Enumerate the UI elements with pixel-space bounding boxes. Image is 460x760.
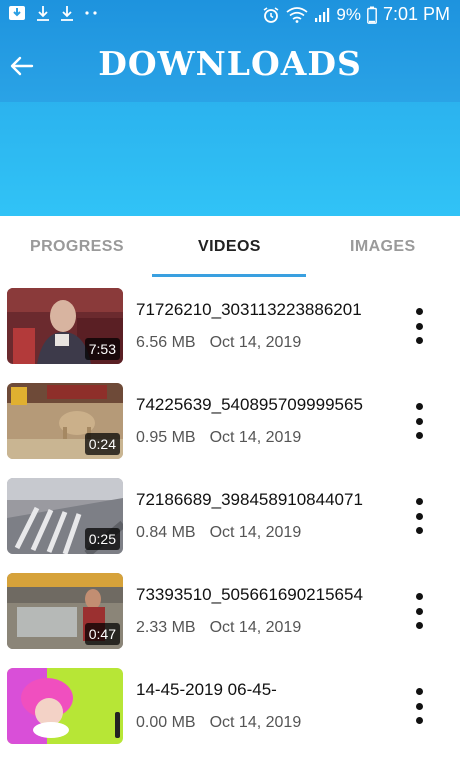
- more-dots-icon: [85, 11, 97, 15]
- video-date: Oct 14, 2019: [209, 619, 302, 636]
- status-bar-right: 9% 7:01 PM: [262, 4, 450, 25]
- video-item[interactable]: 14-45-2019 06-45- 0.00 MB Oct 14, 2019: [0, 658, 460, 752]
- video-date: Oct 14, 2019: [209, 714, 302, 731]
- status-bar: 9% 7:01 PM: [0, 0, 460, 30]
- status-bar-left: [8, 5, 98, 21]
- thumbnail-image: [7, 668, 123, 744]
- video-date: Oct 14, 2019: [209, 524, 302, 541]
- signal-icon: [315, 7, 330, 22]
- battery-icon: [367, 6, 377, 24]
- video-item[interactable]: 0:24 74225639_540895709999565 0.95 MB Oct…: [0, 373, 460, 467]
- video-duration: 0:24: [84, 433, 120, 455]
- more-options-icon[interactable]: [408, 688, 430, 724]
- video-date: Oct 14, 2019: [209, 334, 302, 351]
- video-thumbnail[interactable]: 0:25: [7, 478, 123, 554]
- video-duration: 7:53: [84, 338, 120, 360]
- more-options-icon[interactable]: [408, 498, 430, 534]
- tab-images[interactable]: IMAGES: [350, 238, 416, 256]
- more-options-icon[interactable]: [408, 308, 430, 344]
- download-icon: [61, 6, 73, 21]
- video-size: 2.33 MB: [136, 619, 196, 636]
- tab-indicator: [152, 274, 306, 277]
- alarm-icon: [263, 6, 279, 23]
- video-size: 6.56 MB: [136, 334, 196, 351]
- video-size: 0.95 MB: [136, 429, 196, 446]
- download-box-icon: [9, 6, 25, 20]
- video-item[interactable]: 0:25 72186689_398458910844071 0.84 MB Oct…: [0, 468, 460, 562]
- video-filename: 72186689_398458910844071: [136, 490, 363, 509]
- download-icon: [37, 6, 49, 21]
- video-filename: 14-45-2019 06-45-: [136, 680, 277, 699]
- video-meta: 0.00 MB Oct 14, 2019: [136, 714, 301, 732]
- page-title: DOWNLOADS: [98, 44, 362, 83]
- video-filename: 74225639_540895709999565: [136, 395, 363, 414]
- video-meta: 0.95 MB Oct 14, 2019: [136, 429, 301, 447]
- video-thumbnail[interactable]: 0:47: [7, 573, 123, 649]
- video-date: Oct 14, 2019: [209, 429, 302, 446]
- video-meta: 2.33 MB Oct 14, 2019: [136, 619, 301, 637]
- status-time: 7:01 PM: [382, 4, 450, 24]
- video-thumbnail[interactable]: [7, 668, 123, 744]
- video-thumbnail[interactable]: 0:24: [7, 383, 123, 459]
- wifi-icon: [286, 6, 308, 23]
- video-duration: 0:25: [84, 528, 120, 550]
- header-background: [0, 0, 460, 216]
- video-thumbnail[interactable]: 7:53: [7, 288, 123, 364]
- battery-percent: 9%: [336, 4, 361, 24]
- more-options-icon[interactable]: [408, 593, 430, 629]
- video-filename: 71726210_303113223886201: [136, 300, 362, 319]
- video-item[interactable]: 0:47 73393510_505661690215654 2.33 MB Oct…: [0, 563, 460, 657]
- video-size: 0.00 MB: [136, 714, 196, 731]
- tab-progress[interactable]: PROGRESS: [30, 238, 124, 256]
- video-size: 0.84 MB: [136, 524, 196, 541]
- video-meta: 0.84 MB Oct 14, 2019: [136, 524, 301, 542]
- tab-videos[interactable]: VIDEOS: [198, 238, 261, 256]
- video-item[interactable]: 7:53 71726210_303113223886201 6.56 MB Oct…: [0, 278, 460, 372]
- video-filename: 73393510_505661690215654: [136, 585, 363, 604]
- video-meta: 6.56 MB Oct 14, 2019: [136, 334, 301, 352]
- video-duration: 0:47: [84, 623, 120, 645]
- more-options-icon[interactable]: [408, 403, 430, 439]
- tab-bar: PROGRESS VIDEOS IMAGES: [0, 216, 460, 278]
